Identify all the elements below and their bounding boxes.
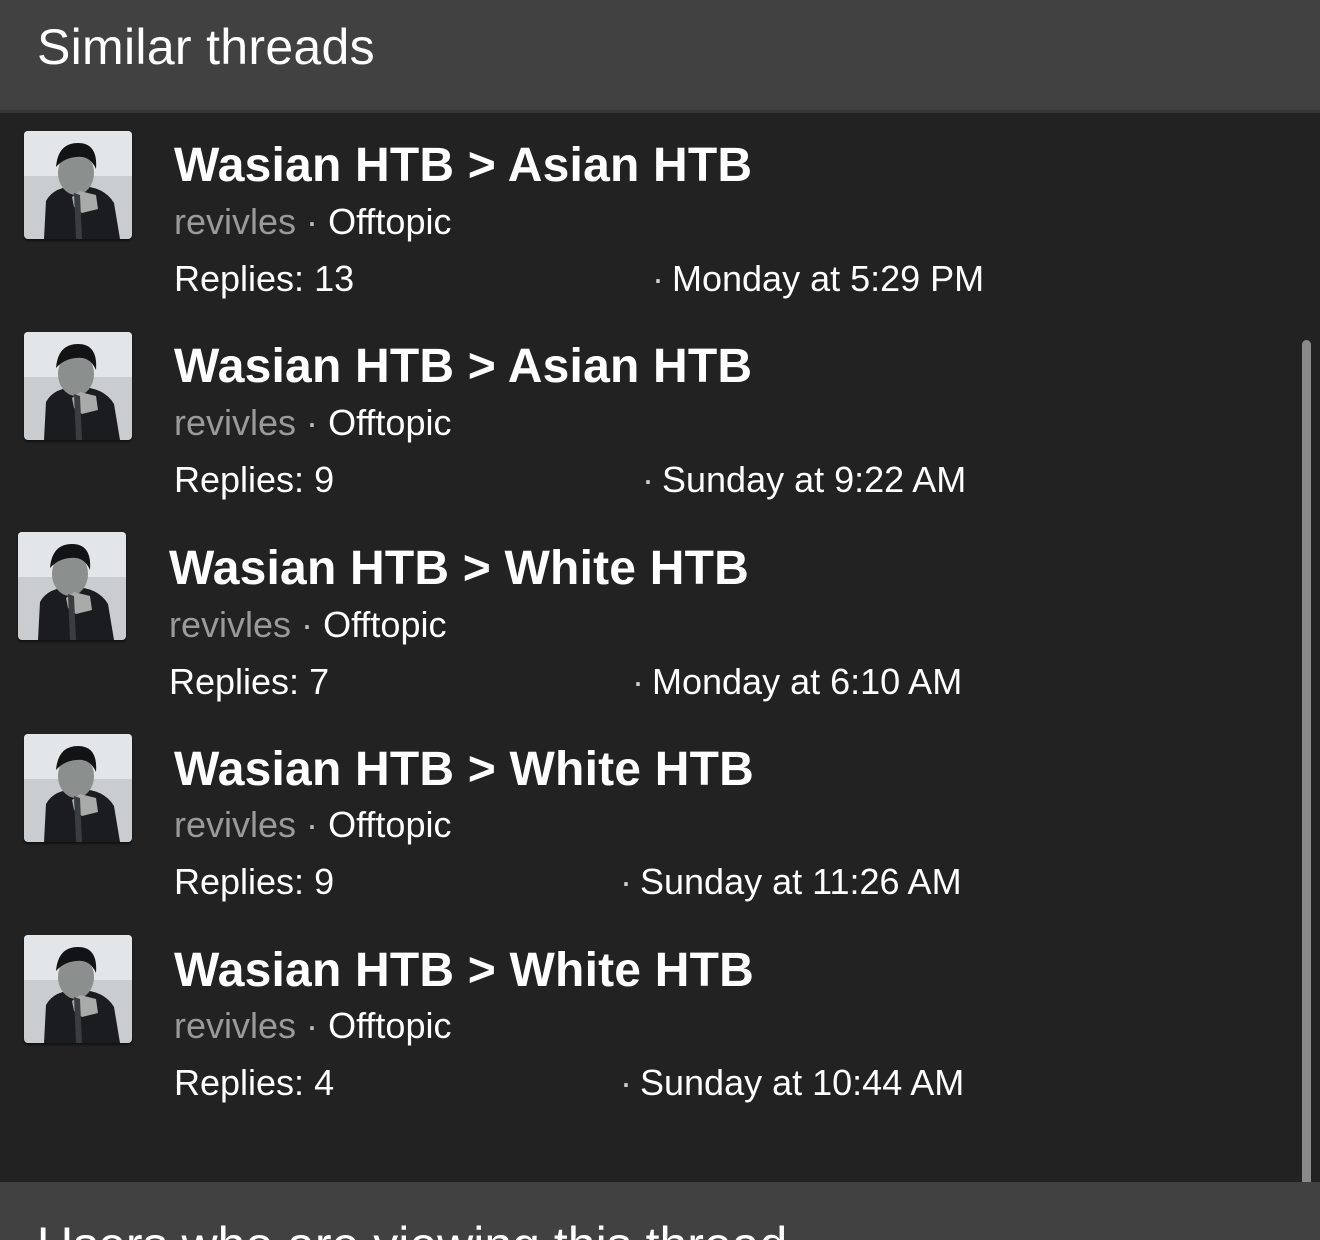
thread-meta: revivles · Offtopic <box>174 804 451 846</box>
viewers-section-header: Users who are viewing this thread <box>0 1182 1320 1240</box>
meta-separator: · <box>652 258 664 299</box>
meta-separator: · <box>632 661 644 702</box>
meta-separator: · <box>301 604 314 645</box>
avatar[interactable] <box>24 935 132 1043</box>
thread-date[interactable]: Monday at 6:10 AM <box>652 661 962 702</box>
thread-date[interactable]: Sunday at 11:26 AM <box>640 861 962 902</box>
avatar[interactable] <box>18 532 126 640</box>
meta-separator: · <box>306 1005 319 1046</box>
vertical-scrollbar[interactable] <box>1302 340 1311 1240</box>
meta-separator: · <box>306 804 319 845</box>
similar-threads-header: Similar threads <box>0 0 1320 113</box>
thread-title[interactable]: Wasian HTB > White HTB <box>169 541 749 596</box>
avatar-image-icon <box>18 532 126 640</box>
thread-date[interactable]: Sunday at 10:44 AM <box>640 1062 964 1103</box>
avatar-image-icon <box>24 734 132 842</box>
avatar-image-icon <box>24 935 132 1043</box>
meta-separator: · <box>620 1062 632 1103</box>
meta-separator: · <box>620 861 632 902</box>
meta-separator: · <box>642 459 654 500</box>
thread-replies: Replies: 9 <box>174 861 335 902</box>
avatar-image-icon <box>24 131 132 239</box>
thread-forum[interactable]: Offtopic <box>328 201 451 242</box>
meta-separator: · <box>306 201 319 242</box>
thread-replies: Replies: 4 <box>174 1062 335 1103</box>
thread-forum[interactable]: Offtopic <box>323 604 446 645</box>
thread-author[interactable]: revivles <box>174 201 296 242</box>
thread-last-post[interactable]: · Monday at 5:29 PM <box>652 258 984 300</box>
thread-item[interactable]: Wasian HTB > Asian HTB revivles · Offtop… <box>0 314 1300 514</box>
thread-meta: revivles · Offtopic <box>174 402 451 444</box>
thread-last-post[interactable]: · Sunday at 10:44 AM <box>620 1062 964 1104</box>
thread-item[interactable]: Wasian HTB > White HTB revivles · Offtop… <box>0 515 1300 715</box>
thread-item[interactable]: Wasian HTB > White HTB revivles · Offtop… <box>0 917 1300 1117</box>
similar-threads-page: Similar threads Wasian HTB > Asian HTB r… <box>0 0 1320 1240</box>
thread-meta: revivles · Offtopic <box>174 201 451 243</box>
thread-meta: revivles · Offtopic <box>169 604 446 646</box>
thread-replies: Replies: 13 <box>174 258 355 299</box>
thread-item[interactable]: Wasian HTB > Asian HTB revivles · Offtop… <box>0 113 1300 313</box>
thread-replies: Replies: 9 <box>174 459 335 500</box>
thread-forum[interactable]: Offtopic <box>328 402 451 443</box>
section-title: Similar threads <box>37 19 375 75</box>
thread-last-post[interactable]: · Sunday at 11:26 AM <box>620 861 962 903</box>
thread-author[interactable]: revivles <box>169 604 291 645</box>
thread-replies: Replies: 7 <box>169 661 330 702</box>
thread-date[interactable]: Sunday at 9:22 AM <box>662 459 966 500</box>
thread-date[interactable]: Monday at 5:29 PM <box>672 258 984 299</box>
thread-meta: revivles · Offtopic <box>174 1005 451 1047</box>
thread-title[interactable]: Wasian HTB > White HTB <box>174 742 754 797</box>
avatar[interactable] <box>24 131 132 239</box>
thread-author[interactable]: revivles <box>174 402 296 443</box>
avatar-image-icon <box>24 332 132 440</box>
avatar[interactable] <box>24 734 132 842</box>
thread-title[interactable]: Wasian HTB > White HTB <box>174 943 754 998</box>
thread-author[interactable]: revivles <box>174 804 296 845</box>
thread-title[interactable]: Wasian HTB > Asian HTB <box>174 138 752 193</box>
thread-item[interactable]: Wasian HTB > White HTB revivles · Offtop… <box>0 716 1300 916</box>
meta-separator: · <box>306 402 319 443</box>
viewers-section-title: Users who are viewing this thread <box>37 1216 787 1240</box>
avatar[interactable] <box>24 332 132 440</box>
thread-last-post[interactable]: · Sunday at 9:22 AM <box>642 459 966 501</box>
thread-forum[interactable]: Offtopic <box>328 1005 451 1046</box>
thread-last-post[interactable]: · Monday at 6:10 AM <box>632 661 962 703</box>
thread-author[interactable]: revivles <box>174 1005 296 1046</box>
thread-forum[interactable]: Offtopic <box>328 804 451 845</box>
thread-title[interactable]: Wasian HTB > Asian HTB <box>174 339 752 394</box>
